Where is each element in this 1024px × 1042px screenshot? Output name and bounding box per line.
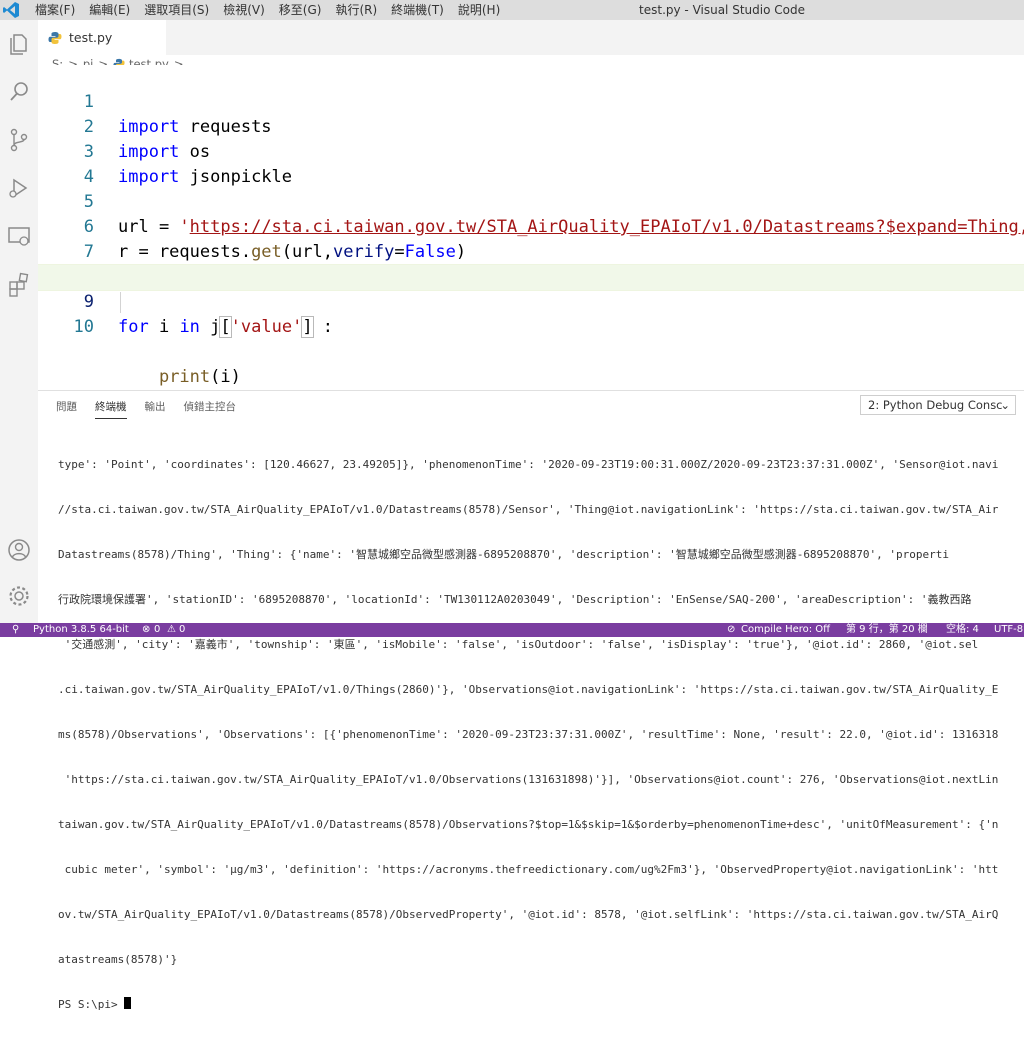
terminal-line: //sta.ci.taiwan.gov.tw/STA_AirQuality_EP…	[58, 503, 999, 516]
menu-help[interactable]: 說明(H)	[451, 0, 507, 20]
menu-view[interactable]: 檢視(V)	[216, 0, 272, 20]
run-debug-icon[interactable]	[5, 174, 33, 202]
gear-icon[interactable]	[5, 582, 33, 610]
terminal-line: '交通感測', 'city': '嘉義市', 'township': '東區',…	[58, 638, 979, 651]
terminal-prompt: PS S:\pi>	[58, 998, 125, 1011]
error-icon: ⊗	[142, 624, 151, 635]
panel-tabs: 問題 終端機 輸出 偵錯主控台	[56, 399, 254, 419]
terminal-line: cubic meter', 'symbol': 'μg/m3', 'defini…	[58, 863, 999, 876]
compile-hero-icon: ⊘	[727, 624, 736, 635]
terminal-select-value: 2: Python Debug Consc	[868, 398, 1003, 412]
search-icon[interactable]	[5, 78, 33, 106]
menu-selection[interactable]: 選取項目(S)	[137, 0, 216, 20]
terminal-line: Datastreams(8578)/Thing', 'Thing': {'nam…	[58, 548, 950, 561]
code-text: print(i)	[158, 367, 241, 387]
python-interpreter[interactable]: Python 3.8.5 64-bit	[33, 623, 129, 637]
menu-file[interactable]: 檔案(F)	[28, 0, 82, 20]
python-interpreter-icon: ⚲	[12, 624, 20, 635]
warning-icon: ⚠	[167, 624, 176, 635]
menu-go[interactable]: 移至(G)	[272, 0, 329, 20]
terminal-output[interactable]: type': 'Point', 'coordinates': [120.4662…	[58, 427, 1024, 1042]
terminal-line: 行政院環境保護署', 'stationID': '6895208870', 'l…	[58, 593, 972, 606]
menu-bar: 檔案(F) 編輯(E) 選取項目(S) 檢視(V) 移至(G) 執行(R) 終端…	[28, 0, 507, 20]
terminal-prompt-line[interactable]: PS S:\pi>	[58, 997, 1024, 1012]
tab-test-py[interactable]: test.py	[38, 20, 166, 55]
code-line[interactable]: 10 print(i)	[38, 290, 1024, 387]
tab-problems[interactable]: 問題	[56, 399, 77, 419]
terminal-line: .ci.taiwan.gov.tw/STA_AirQuality_EPAIoT/…	[58, 683, 999, 696]
code-text: for i in j['value'] :	[118, 316, 334, 338]
code-line-current[interactable]: 9 for i in j['value'] :	[38, 264, 1024, 338]
activity-bar	[0, 20, 38, 623]
indent-guide	[120, 292, 121, 313]
warning-count[interactable]: 0	[179, 623, 185, 637]
terminal-line: 'https://sta.ci.taiwan.gov.tw/STA_AirQua…	[58, 773, 999, 786]
terminal-line: ov.tw/STA_AirQuality_EPAIoT/v1.0/Datastr…	[58, 908, 999, 921]
indentation[interactable]: 空格: 4	[946, 623, 979, 637]
vscode-logo-icon	[3, 2, 19, 18]
tab-terminal[interactable]: 終端機	[95, 399, 127, 419]
code-editor[interactable]: 1 import requests 2 import os 3 import j…	[38, 65, 1024, 387]
title-bar: 檔案(F) 編輯(E) 選取項目(S) 檢視(V) 移至(G) 執行(R) 終端…	[0, 0, 1024, 20]
terminal-line: atastreams(8578)'}	[58, 953, 178, 966]
accounts-icon[interactable]	[5, 536, 33, 564]
terminal-line: type': 'Point', 'coordinates': [120.4662…	[58, 458, 999, 471]
remote-explorer-icon[interactable]	[5, 222, 33, 250]
menu-terminal[interactable]: 終端機(T)	[384, 0, 451, 20]
code-line[interactable]: 7 j = jsonpickle.decode(r.text)	[38, 215, 1024, 287]
editor-tabs: test.py	[38, 20, 1024, 55]
status-bar: ⚲ Python 3.8.5 64-bit ⊗ 0 ⚠ 0 ⊘ Compile …	[0, 623, 1024, 637]
chevron-down-icon: ⌄	[1000, 398, 1010, 412]
error-count[interactable]: 0	[154, 623, 160, 637]
terminal-line: taiwan.gov.tw/STA_AirQuality_EPAIoT/v1.0…	[58, 818, 999, 831]
terminal-cursor	[124, 997, 132, 1009]
compile-hero-status[interactable]: Compile Hero: Off	[741, 623, 830, 637]
tab-debug-console[interactable]: 偵錯主控台	[184, 399, 237, 419]
cursor-position[interactable]: 第 9 行，第 20 欄	[846, 623, 928, 637]
tab-label: test.py	[69, 30, 113, 45]
tab-output[interactable]: 輸出	[145, 399, 166, 419]
explorer-icon[interactable]	[5, 30, 33, 58]
code-line[interactable]: 2 import os	[38, 90, 1024, 162]
terminal-line: ms(8578)/Observations', 'Observations': …	[58, 728, 999, 741]
code-line[interactable]: 6 r = requests.get(url,verify=False)	[38, 190, 1024, 262]
code-line[interactable]: 5 url = 'https://sta.ci.taiwan.gov.tw/ST…	[38, 165, 1024, 237]
menu-run[interactable]: 執行(R)	[328, 0, 384, 20]
encoding[interactable]: UTF-8	[994, 623, 1023, 637]
bottom-panel: 問題 終端機 輸出 偵錯主控台 2: Python Debug Consc ⌄ …	[38, 390, 1024, 1011]
code-line[interactable]: 4	[38, 140, 1024, 187]
python-file-icon	[48, 31, 62, 44]
code-line[interactable]: 1 import requests	[38, 65, 1024, 137]
menu-edit[interactable]: 編輯(E)	[82, 0, 137, 20]
line-number: 10	[73, 317, 94, 337]
source-control-icon[interactable]	[5, 126, 33, 154]
code-line[interactable]: 8	[38, 240, 1024, 287]
terminal-select[interactable]: 2: Python Debug Consc ⌄	[860, 395, 1016, 415]
extensions-icon[interactable]	[5, 270, 33, 298]
code-line[interactable]: 3 import jsonpickle	[38, 115, 1024, 187]
